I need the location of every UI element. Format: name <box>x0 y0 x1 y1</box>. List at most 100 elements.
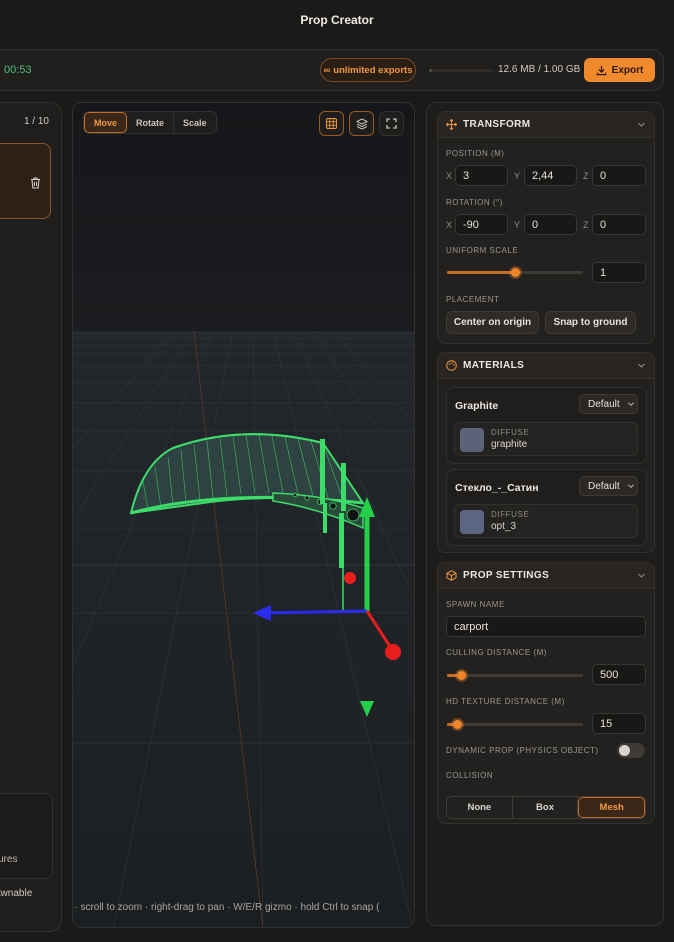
hd-texture-distance-input[interactable]: 15 <box>592 713 646 734</box>
snap-to-ground-button[interactable]: Snap to ground <box>545 311 636 334</box>
download-icon <box>596 65 606 75</box>
viewport-sky <box>73 103 414 331</box>
upload-dropzone[interactable]: ures <box>0 793 53 879</box>
session-timer: 00:53 <box>4 64 32 76</box>
storage-text: 12.6 MB / 1.00 GB <box>498 64 581 75</box>
culling-distance-slider[interactable] <box>447 671 583 680</box>
hd-texture-distance-knob[interactable] <box>452 720 462 729</box>
rotation-label: ROTATION (°) <box>446 198 503 207</box>
material-preset-select[interactable]: Default <box>579 476 638 496</box>
dynamic-prop-toggle-knob <box>619 745 630 756</box>
material-card[interactable]: Стекло_-_Сатин Default DIFFUSE opt_3 <box>446 469 647 546</box>
transform-heading: TRANSFORM <box>463 119 531 130</box>
trash-icon[interactable] <box>30 177 41 189</box>
prop-settings-header[interactable]: PROP SETTINGS <box>438 563 654 589</box>
grid-toggle-button[interactable] <box>319 111 344 136</box>
texture-slot[interactable]: DIFFUSE opt_3 <box>454 504 638 538</box>
uniform-scale-knob[interactable] <box>511 268 520 277</box>
dynamic-prop-label: DYNAMIC PROP (PHYSICS OBJECT) <box>446 746 599 755</box>
prop-count: 1 / 10 <box>23 116 49 127</box>
materials-header[interactable]: MATERIALS <box>438 353 654 379</box>
chevron-down-icon <box>627 484 634 489</box>
position-z-label: Z <box>583 171 589 181</box>
left-footer-line-1: awnable <box>0 888 33 899</box>
layers-toggle-button[interactable] <box>349 111 374 136</box>
inspector-panel: TRANSFORM POSITION (M) X 3 Y 2,44 Z 0 RO… <box>426 102 664 926</box>
export-label: Export <box>611 64 644 76</box>
mode-rotate-button[interactable]: Rotate <box>127 112 175 133</box>
rotation-x-input[interactable]: -90 <box>455 214 508 235</box>
rotation-y-input[interactable]: 0 <box>524 214 577 235</box>
texture-kind: DIFFUSE <box>491 428 530 437</box>
position-x-label: X <box>446 171 453 181</box>
spawn-name-label: SPAWN NAME <box>446 600 505 609</box>
grid-icon <box>326 118 337 129</box>
prop-settings-heading: PROP SETTINGS <box>463 570 550 581</box>
material-name: Стекло_-_Сатин <box>455 482 539 494</box>
left-footer-line-2: s <box>0 901 32 915</box>
3d-viewport[interactable]: Move Rotate Scale bit · scroll to zoom ·… <box>72 102 415 928</box>
fullscreen-button[interactable] <box>379 111 404 136</box>
rotation-z-input[interactable]: 0 <box>592 214 646 235</box>
collision-box-button[interactable]: Box <box>512 797 579 818</box>
position-x-input[interactable]: 3 <box>455 165 508 186</box>
culling-distance-input[interactable]: 500 <box>592 664 646 685</box>
left-footer-text: awnable s <box>0 887 32 915</box>
texture-slot[interactable]: DIFFUSE graphite <box>454 422 638 456</box>
rotation-y-label: Y <box>514 220 521 230</box>
gizmo-x-axis[interactable] <box>264 609 368 615</box>
position-label: POSITION (M) <box>446 149 505 158</box>
title-bar: Prop Creator <box>0 0 674 40</box>
collision-mesh-button[interactable]: Mesh <box>578 797 645 818</box>
uniform-scale-slider[interactable] <box>447 268 583 277</box>
dynamic-prop-toggle[interactable] <box>617 743 645 758</box>
mode-scale-button[interactable]: Scale <box>174 112 216 133</box>
chevron-down-icon[interactable] <box>637 571 646 580</box>
hd-texture-distance-label: HD TEXTURE DISTANCE (M) <box>446 697 565 706</box>
chevron-down-icon <box>627 402 634 407</box>
chevron-down-icon[interactable] <box>637 361 646 370</box>
placement-label: PLACEMENT <box>446 295 500 304</box>
material-card[interactable]: Graphite Default DIFFUSE graphite <box>446 387 647 464</box>
gizmo-z-handle[interactable] <box>385 644 401 660</box>
cube-icon <box>446 570 457 581</box>
materials-heading: MATERIALS <box>463 360 525 371</box>
position-y-label: Y <box>514 171 521 181</box>
uniform-scale-input[interactable]: 1 <box>592 262 646 283</box>
infinity-icon: ∞ <box>323 64 331 76</box>
viewport-scene[interactable] <box>73 103 415 928</box>
top-bar: 00:53 ∞ unlimited exports 12.6 MB / 1.00… <box>0 49 664 91</box>
mode-move-button[interactable]: Move <box>84 112 128 133</box>
culling-distance-knob[interactable] <box>456 671 466 680</box>
material-preset-value: Default <box>588 398 620 410</box>
chevron-down-icon[interactable] <box>637 120 646 129</box>
material-preset-select[interactable]: Default <box>579 394 638 414</box>
transform-header[interactable]: TRANSFORM <box>438 112 654 138</box>
storage-progress-fill <box>429 69 432 72</box>
rotation-x-label: X <box>446 220 453 230</box>
position-z-input[interactable]: 0 <box>592 165 646 186</box>
texture-name: opt_3 <box>491 521 517 532</box>
spawn-name-input[interactable]: carport <box>446 616 646 637</box>
material-name: Graphite <box>455 400 499 412</box>
texture-kind: DIFFUSE <box>491 510 530 519</box>
collision-selector: None Box Mesh <box>446 796 646 819</box>
export-button[interactable]: Export <box>584 58 655 82</box>
material-preset-value: Default <box>588 480 620 492</box>
position-y-input[interactable]: 2,44 <box>524 165 577 186</box>
hd-texture-distance-slider[interactable] <box>447 720 583 729</box>
prop-settings-section: PROP SETTINGS SPAWN NAME carport CULLING… <box>437 562 655 824</box>
app-title: Prop Creator <box>300 13 374 27</box>
storage-progress-bar <box>429 69 493 72</box>
center-on-origin-button[interactable]: Center on origin <box>446 311 539 334</box>
prop-list-panel: 1 / 10 ures awnable s <box>0 102 62 932</box>
layers-icon <box>355 117 368 130</box>
transform-section: TRANSFORM POSITION (M) X 3 Y 2,44 Z 0 RO… <box>437 111 655 344</box>
collision-none-button[interactable]: None <box>447 797 513 818</box>
viewport-hint-text: bit · scroll to zoom · right-drag to pan… <box>73 902 380 913</box>
texture-swatch <box>460 510 484 534</box>
prop-list-item[interactable] <box>0 143 51 219</box>
uniform-scale-label: UNIFORM SCALE <box>446 246 519 255</box>
gizmo-z-marker[interactable] <box>344 572 356 584</box>
viewport-tools <box>319 111 404 136</box>
